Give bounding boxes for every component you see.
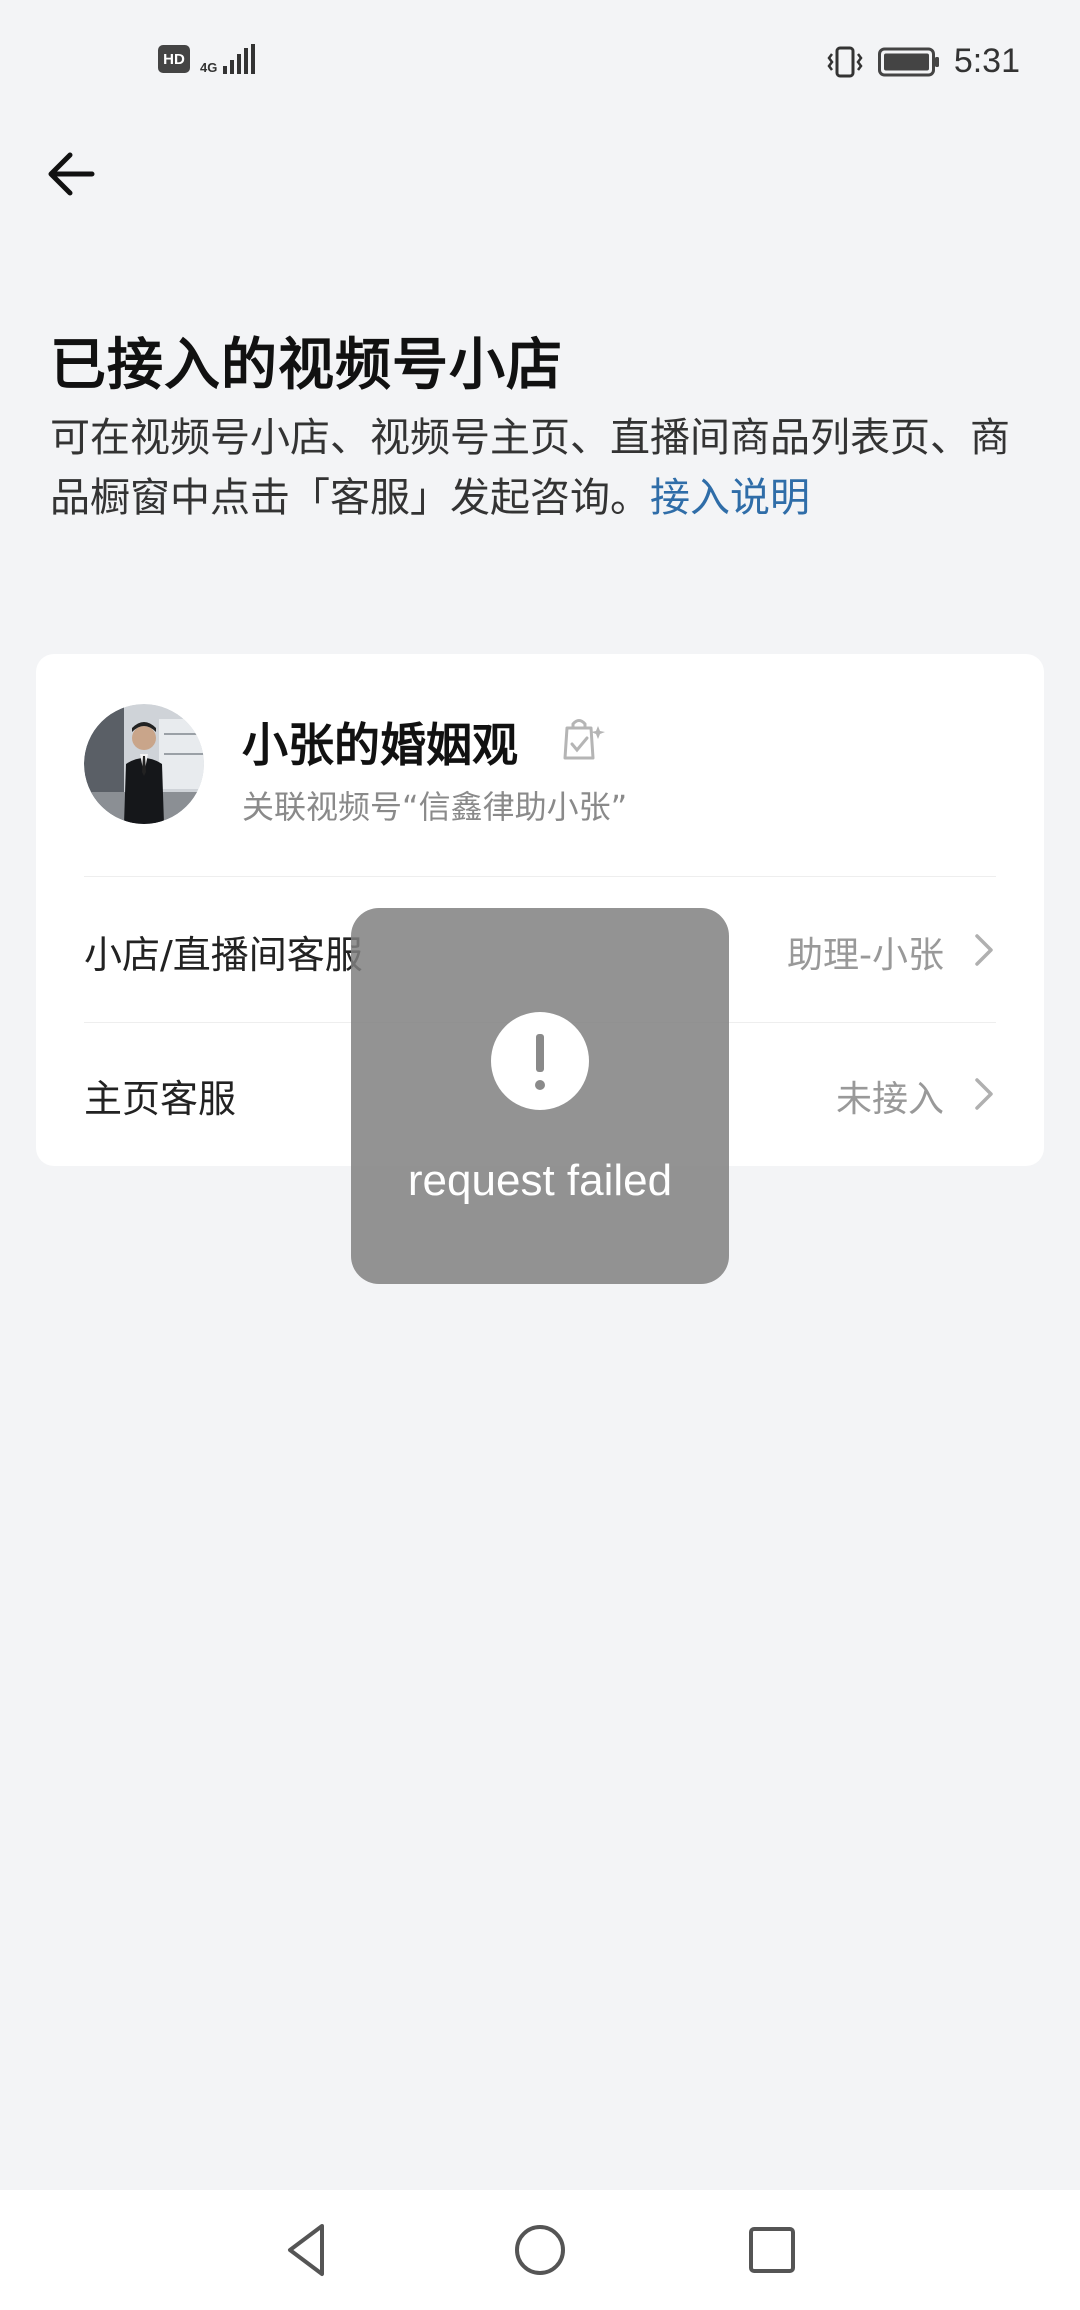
back-button[interactable]	[40, 140, 108, 208]
avatar-image	[84, 704, 204, 824]
page-title: 已接入的视频号小店	[50, 333, 563, 398]
toast-message: request failed	[407, 1156, 673, 1205]
shop-bag-check-icon	[563, 719, 605, 760]
nav-home-icon[interactable]	[506, 2216, 574, 2284]
back-arrow-icon	[48, 152, 95, 196]
shop-name: 小张的婚姻观	[242, 718, 518, 772]
nav-back-icon[interactable]	[274, 2216, 342, 2284]
exclamation-icon	[491, 1012, 589, 1110]
divider	[84, 876, 996, 877]
vibrate-icon	[827, 46, 863, 77]
signal-strength-icon	[223, 44, 256, 74]
battery-icon	[877, 47, 939, 76]
hd-badge: HD	[158, 45, 190, 73]
avatar[interactable]	[84, 704, 204, 824]
nav-recents-icon[interactable]	[738, 2216, 806, 2284]
row-label: 小店/直播间客服	[84, 933, 363, 977]
description-text: 可在视频号小店、视频号主页、直播间商品列表页、商品橱窗中点击「客服」发起咨询。	[50, 415, 1010, 521]
signal-indicator: 4G	[200, 44, 256, 75]
row-value: 未接入	[835, 1079, 944, 1120]
chevron-right-icon	[975, 934, 993, 966]
status-left: HD 4G	[158, 44, 256, 75]
integration-guide-link[interactable]: 接入说明	[650, 475, 810, 521]
status-right: 5:31	[826, 42, 1020, 81]
clock: 5:31	[953, 42, 1020, 80]
chevron-right-icon	[975, 1078, 993, 1110]
status-bar: HD 4G 5:31	[0, 0, 1080, 120]
row-value: 助理-小张	[787, 935, 944, 976]
linked-channel-subtitle: 关联视频号“信鑫律助小张”	[242, 788, 628, 826]
network-type-label: 4G	[200, 60, 218, 75]
error-toast: request failed	[351, 908, 729, 1284]
system-nav-bar	[0, 2190, 1080, 2310]
page-description: 可在视频号小店、视频号主页、直播间商品列表页、商品橱窗中点击「客服」发起咨询。接…	[50, 408, 1030, 528]
row-label: 主页客服	[84, 1077, 237, 1121]
